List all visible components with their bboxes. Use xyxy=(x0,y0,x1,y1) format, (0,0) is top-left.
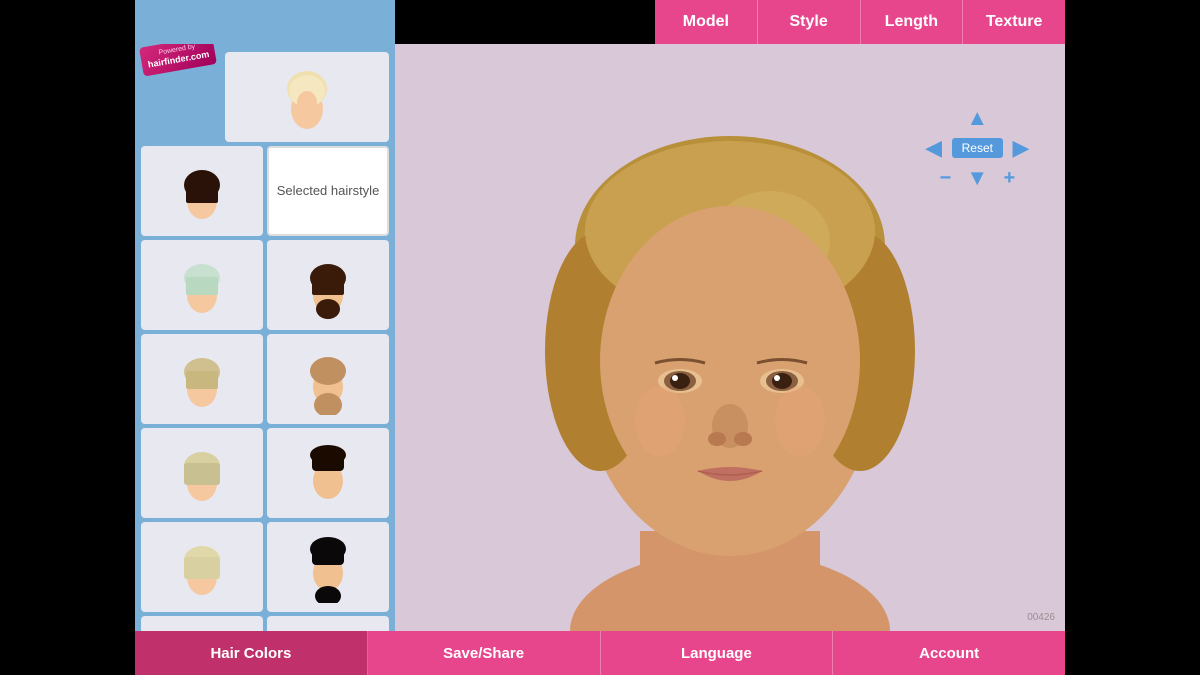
tab-language[interactable]: Language xyxy=(601,631,834,675)
hairstyle-thumb-3b[interactable] xyxy=(267,240,389,330)
preview-area: ▲ ◀ Reset ▶ − ▼ + 00426 xyxy=(395,44,1065,631)
model-preview xyxy=(520,51,940,631)
selected-hairstyle-label: Selected hairstyle xyxy=(269,148,387,234)
zoom-minus[interactable]: − xyxy=(931,164,959,192)
tab-texture[interactable]: Texture xyxy=(962,0,1065,44)
hairstyle-thumb-7b[interactable] xyxy=(267,616,389,631)
zoom-plus[interactable]: + xyxy=(995,164,1023,192)
hairstyle-thumb-5b[interactable] xyxy=(267,428,389,518)
hairstyle-thumb-2a[interactable] xyxy=(141,146,263,236)
tab-model[interactable]: Model xyxy=(655,0,757,44)
nav-left-arrow[interactable]: ◀ xyxy=(920,134,948,162)
hairstyle-thumb-6a[interactable] xyxy=(141,522,263,612)
hairstyle-thumb-2b[interactable]: Selected hairstyle xyxy=(267,146,389,236)
hairstyle-thumb-7a[interactable] xyxy=(141,616,263,631)
tab-account[interactable]: Account xyxy=(833,631,1065,675)
hairstyle-thumb-5a[interactable] xyxy=(141,428,263,518)
tab-length[interactable]: Length xyxy=(860,0,963,44)
watermark: 00426 xyxy=(1027,612,1055,623)
hairstyle-thumb-1b[interactable] xyxy=(225,52,389,142)
tab-hair-colors[interactable]: Hair Colors xyxy=(135,631,368,675)
nav-up-arrow[interactable]: ▲ xyxy=(963,104,991,132)
tab-save-share[interactable]: Save/Share xyxy=(368,631,601,675)
hairstyle-thumb-6b[interactable] xyxy=(267,522,389,612)
nav-right-arrow[interactable]: ▶ xyxy=(1007,134,1035,162)
hairstyle-thumb-3a[interactable] xyxy=(141,240,263,330)
reset-button[interactable]: Reset xyxy=(952,138,1003,158)
nav-down-arrow[interactable]: ▼ xyxy=(963,164,991,192)
tab-style[interactable]: Style xyxy=(757,0,860,44)
navigation-controls: ▲ ◀ Reset ▶ − ▼ + xyxy=(920,104,1035,192)
hairstyle-thumb-4b[interactable] xyxy=(267,334,389,424)
hairstyle-thumb-4a[interactable] xyxy=(141,334,263,424)
